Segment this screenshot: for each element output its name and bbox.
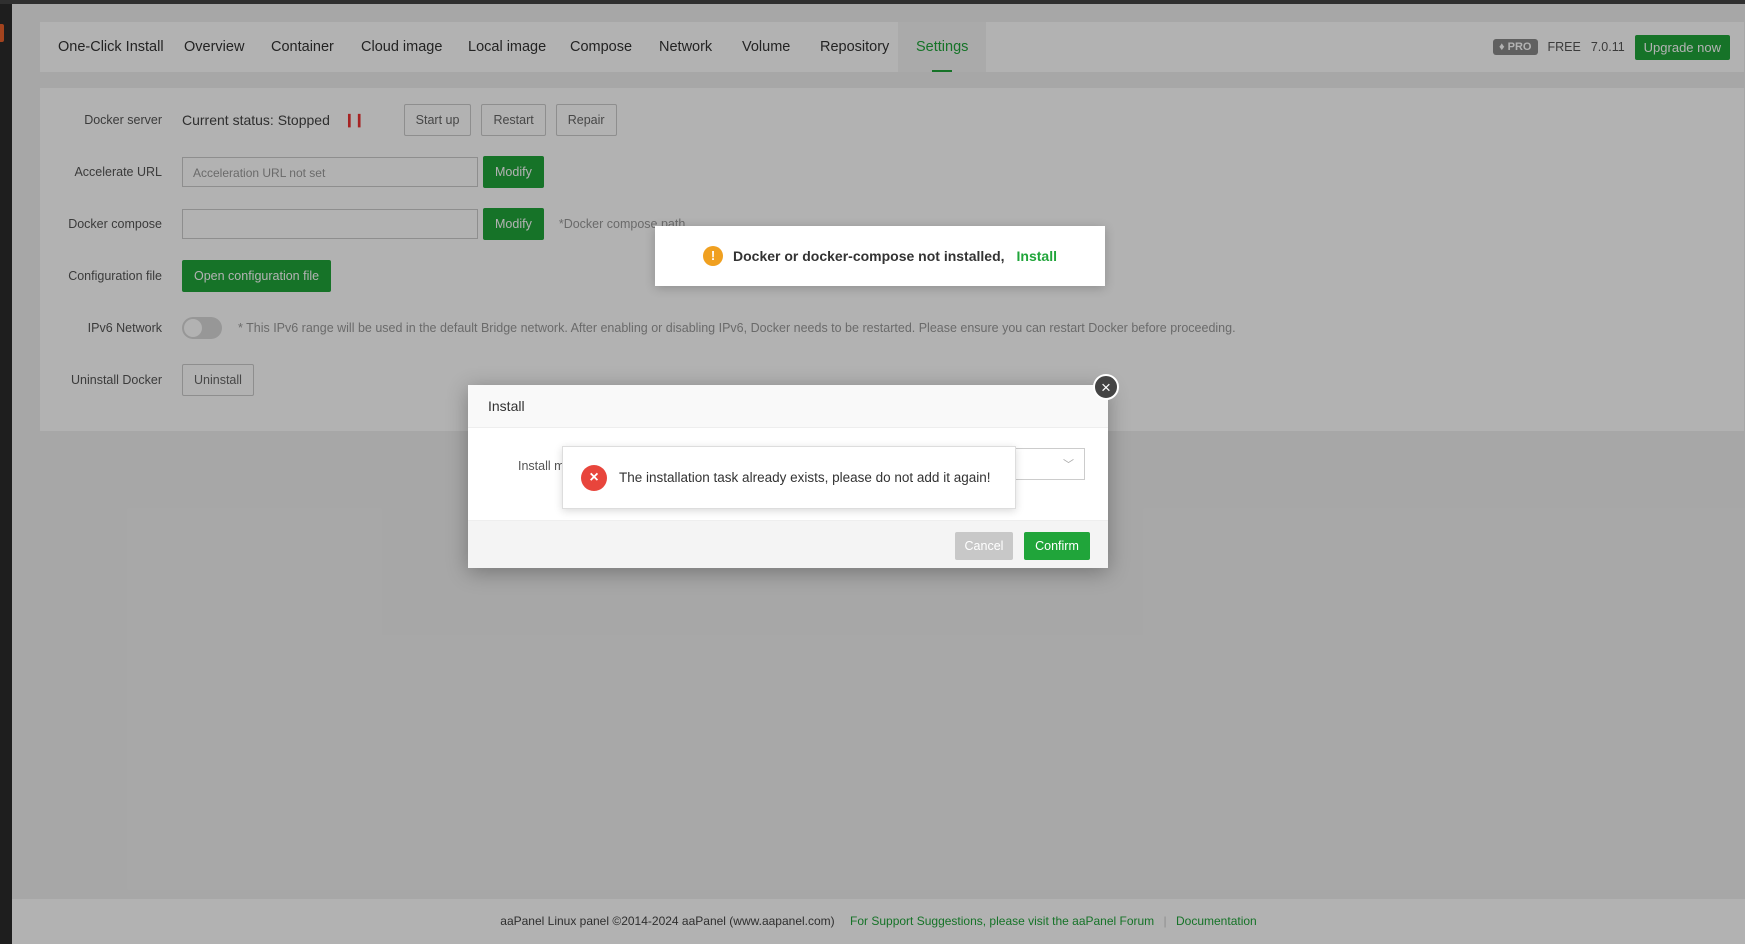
warning-icon: ! [703, 246, 723, 266]
docker-not-installed-toast: ! Docker or docker-compose not installed… [655, 226, 1105, 286]
cancel-button[interactable]: Cancel [955, 532, 1013, 560]
error-toast: × The installation task already exists, … [562, 446, 1016, 509]
error-message: The installation task already exists, pl… [619, 470, 991, 485]
install-dialog-title: Install [468, 385, 1108, 428]
close-icon[interactable]: × [1093, 374, 1119, 400]
chevron-down-icon: ﹀ [1063, 459, 1074, 471]
install-dialog-footer: Cancel Confirm [468, 520, 1108, 568]
confirm-button[interactable]: Confirm [1024, 532, 1090, 560]
warning-message: Docker or docker-compose not installed, [733, 248, 1005, 264]
error-icon: × [581, 464, 607, 491]
install-method-label: Install m [518, 459, 565, 473]
install-link[interactable]: Install [1017, 248, 1057, 264]
install-method-select[interactable]: ﹀ [1013, 448, 1085, 480]
